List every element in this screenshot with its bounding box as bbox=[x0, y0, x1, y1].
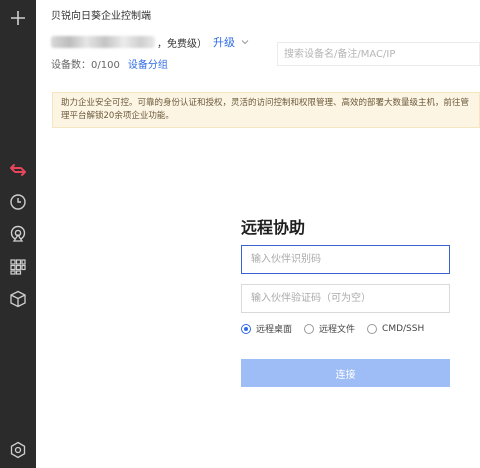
radio-cmd-ssh[interactable]: CMD/SSH bbox=[367, 323, 425, 334]
partner-id-input[interactable] bbox=[241, 245, 450, 274]
radio-dot bbox=[304, 323, 315, 334]
radio-dot bbox=[241, 323, 251, 334]
radio-remote-file[interactable]: 远程文件 bbox=[304, 322, 355, 335]
radio-label: 远程桌面 bbox=[256, 325, 293, 335]
upgrade-link[interactable]: 升级 bbox=[213, 34, 235, 50]
account-row: ，免费级） 升级 bbox=[51, 34, 249, 50]
info-banner: 助力企业安全可控。可靠的身份认证和授权，灵活的访问控制和权限管理、高效的部署大数… bbox=[52, 92, 480, 128]
remote-arrows-icon[interactable] bbox=[8, 160, 28, 180]
plan-label: ，免费级） bbox=[157, 38, 207, 50]
broadcast-icon[interactable] bbox=[8, 224, 28, 244]
sidebar bbox=[0, 0, 36, 468]
device-row: 设备数：0/100 设备分组 bbox=[51, 56, 168, 71]
device-group-link[interactable]: 设备分组 bbox=[128, 56, 168, 71]
settings-icon[interactable] bbox=[8, 440, 28, 460]
radio-remote-desktop[interactable]: 远程桌面 bbox=[241, 322, 292, 335]
main-panel: 贝锐向日葵企业控制端 ，免费级） 升级 设备数：0/100 设备分组 助力企业安… bbox=[36, 0, 480, 468]
device-count: 设备数：0/100 bbox=[51, 60, 120, 71]
radio-label: CMD/SSH bbox=[382, 323, 425, 334]
chevron-down-icon[interactable] bbox=[241, 38, 249, 46]
history-clock-icon[interactable] bbox=[8, 192, 28, 212]
apps-grid-icon[interactable] bbox=[8, 257, 28, 277]
remote-assist-title: 远程协助 bbox=[241, 218, 306, 237]
mode-radio-group: 远程桌面 远程文件 CMD/SSH bbox=[241, 322, 436, 335]
app-title: 贝锐向日葵企业控制端 bbox=[51, 11, 151, 22]
radio-label: 远程文件 bbox=[319, 325, 356, 335]
connect-button[interactable]: 连接 bbox=[241, 359, 450, 387]
verify-code-input[interactable] bbox=[241, 284, 450, 313]
cube-icon[interactable] bbox=[8, 289, 28, 309]
redacted-account-name bbox=[51, 36, 155, 48]
radio-dot bbox=[367, 323, 378, 334]
search-input[interactable] bbox=[277, 42, 480, 66]
plus-icon[interactable] bbox=[8, 8, 28, 28]
